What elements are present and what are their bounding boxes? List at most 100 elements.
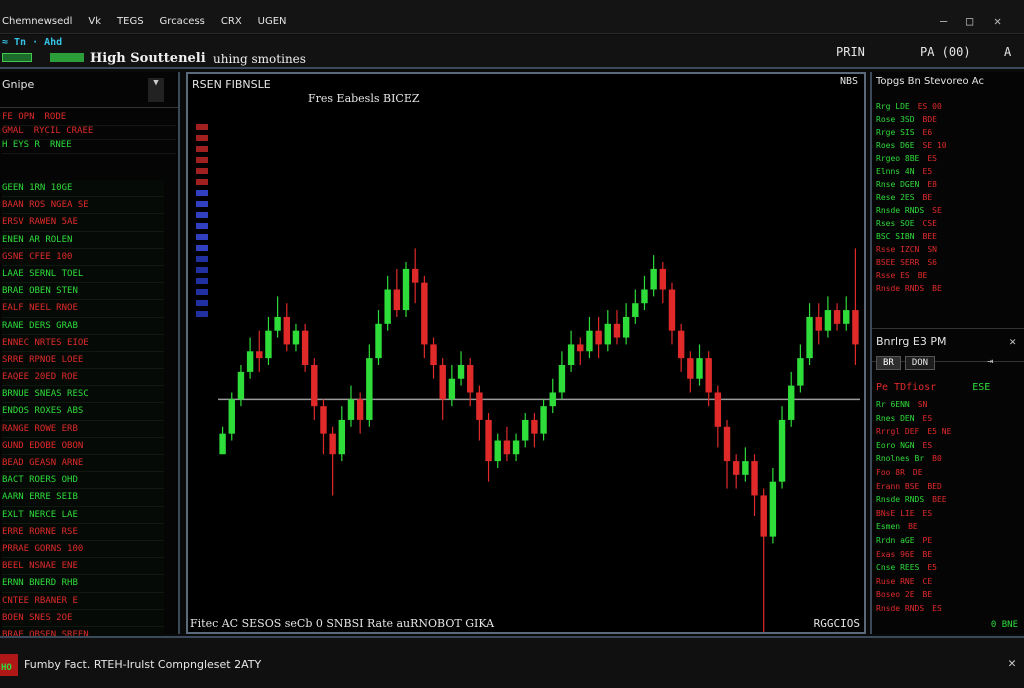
- close-icon[interactable]: ✕: [1009, 335, 1016, 348]
- candle[interactable]: [292, 323, 300, 352]
- watchlist-row[interactable]: ERNN BNERD RHB: [2, 575, 164, 593]
- candle[interactable]: [705, 351, 712, 407]
- candle[interactable]: [760, 488, 767, 632]
- candle[interactable]: [402, 262, 410, 317]
- alert-badge[interactable]: HO: [0, 654, 18, 676]
- maximize-button[interactable]: □: [966, 14, 973, 28]
- candle[interactable]: [558, 351, 566, 400]
- watchlist-scrollbar[interactable]: [166, 180, 178, 680]
- watchlist-row[interactable]: RANGE ROWE ERB: [2, 420, 164, 438]
- order-row[interactable]: Rsse IZCN SN: [876, 245, 1016, 258]
- candle[interactable]: [732, 454, 740, 489]
- watchlist-row[interactable]: EAQEE 20ED ROE: [2, 369, 164, 387]
- watchlist-row[interactable]: LAAE SERNL TOEL: [2, 265, 164, 284]
- watchlist-row[interactable]: GSNE CFEE 100: [2, 248, 164, 266]
- trade-row[interactable]: BNsE LIE ES: [876, 509, 1022, 523]
- watchlist-row[interactable]: ERRE RORNE RSE: [2, 523, 164, 541]
- order-row[interactable]: BSC SIBN BEE: [876, 232, 1016, 245]
- candle[interactable]: [485, 413, 492, 482]
- close-window-button[interactable]: ✕: [994, 14, 1001, 28]
- candle[interactable]: [393, 268, 401, 317]
- watchlist-row[interactable]: EXLT NERCE LAE: [2, 506, 164, 524]
- trade-row[interactable]: Rnes DEN ES: [876, 414, 1022, 428]
- candle[interactable]: [778, 406, 786, 489]
- candle[interactable]: [347, 385, 355, 427]
- candle[interactable]: [833, 303, 841, 331]
- watchlist-row[interactable]: GEEN 1RN 10GE: [2, 180, 164, 198]
- watchlist-row[interactable]: ERSV RAWEN 5AE: [2, 214, 164, 232]
- watchlist-row[interactable]: BACT ROERS OHD: [2, 472, 164, 490]
- candle[interactable]: [512, 433, 520, 462]
- candle[interactable]: [219, 426, 226, 455]
- menu-item-ugen[interactable]: UGEN: [258, 16, 287, 27]
- candle[interactable]: [742, 447, 749, 482]
- buy-button[interactable]: BR: [876, 356, 901, 370]
- trade-row[interactable]: Rr 6ENN SN: [876, 400, 1022, 414]
- candle[interactable]: [788, 371, 795, 427]
- candle[interactable]: [430, 337, 437, 379]
- chevron-down-icon[interactable]: ▼: [148, 78, 164, 102]
- candle[interactable]: [677, 323, 685, 372]
- candle[interactable]: [632, 289, 639, 324]
- candle[interactable]: [604, 310, 611, 352]
- candle[interactable]: [301, 323, 309, 372]
- candle[interactable]: [476, 385, 483, 441]
- candle[interactable]: [384, 275, 391, 331]
- trade-row[interactable]: Cnse REES E5: [876, 563, 1022, 577]
- order-row[interactable]: Rsse ES BE: [876, 271, 1016, 284]
- trade-row[interactable]: Ruse RNE CE: [876, 577, 1022, 591]
- watchlist-row[interactable]: EALF NEEL RNOE: [2, 300, 164, 318]
- minimize-button[interactable]: —: [940, 14, 947, 28]
- watchlist-row[interactable]: ENEN AR ROLEN: [2, 231, 164, 249]
- close-icon[interactable]: ✕: [1008, 656, 1016, 671]
- candle[interactable]: [366, 344, 373, 427]
- candle[interactable]: [439, 358, 446, 420]
- candle[interactable]: [824, 296, 832, 338]
- candle[interactable]: [586, 316, 593, 359]
- candle[interactable]: [613, 310, 621, 345]
- order-row[interactable]: Rses SOE CSE: [876, 219, 1016, 232]
- trade-row[interactable]: Exas 96E BE: [876, 550, 1022, 564]
- order-row[interactable]: BSEE SERR S6: [876, 258, 1016, 271]
- watchlist-row[interactable]: RANE DERS GRAB: [2, 317, 164, 335]
- candle[interactable]: [696, 344, 703, 386]
- order-row[interactable]: Rrge SIS E6: [876, 128, 1016, 141]
- candle[interactable]: [843, 296, 850, 331]
- watchlist-row[interactable]: ENNEC NRTES EIOE: [2, 334, 164, 352]
- order-row[interactable]: Rose 3SD BDE: [876, 115, 1016, 128]
- candle[interactable]: [714, 385, 722, 448]
- menu-item-view[interactable]: Vk: [88, 16, 101, 27]
- candle[interactable]: [503, 426, 511, 462]
- candle[interactable]: [549, 378, 556, 414]
- print-button[interactable]: PRIN: [836, 45, 865, 59]
- candle[interactable]: [228, 392, 235, 441]
- menu-item-crx[interactable]: CRX: [221, 16, 242, 27]
- menu-item-file[interactable]: Chemnewsedl: [2, 16, 72, 27]
- candle[interactable]: [852, 248, 859, 366]
- page-indicator[interactable]: PA (00): [920, 45, 971, 59]
- order-row[interactable]: Rese 2ES BE: [876, 193, 1016, 206]
- watchlist-row[interactable]: SRRE RPNOE LOEE: [2, 351, 164, 370]
- watchlist-summary-row[interactable]: FE OPN RODE: [2, 112, 176, 126]
- menu-item-tools[interactable]: TEGS: [117, 16, 144, 27]
- price-chart[interactable]: [188, 74, 864, 632]
- trade-row[interactable]: Eoro NGN ES: [876, 441, 1022, 455]
- order-row[interactable]: Rnse DGEN E8: [876, 180, 1016, 193]
- trade-row[interactable]: Rrrgl DEF E5 NE: [876, 427, 1022, 441]
- candle[interactable]: [769, 467, 777, 544]
- candle[interactable]: [659, 262, 667, 304]
- trade-row[interactable]: Boseo 2E BE: [876, 590, 1022, 604]
- candle[interactable]: [274, 296, 281, 338]
- candle[interactable]: [338, 406, 346, 462]
- candle[interactable]: [375, 310, 382, 366]
- candle[interactable]: [668, 282, 676, 345]
- candle[interactable]: [723, 419, 731, 489]
- order-row[interactable]: Elnns 4N E5: [876, 167, 1016, 180]
- candle[interactable]: [411, 248, 419, 304]
- watchlist-summary-row[interactable]: GMAL RYCIL CRAEE: [2, 126, 176, 140]
- watchlist-summary-row[interactable]: H EYS R RNEE: [2, 140, 176, 154]
- candle[interactable]: [650, 255, 657, 297]
- candle[interactable]: [522, 413, 529, 448]
- candle[interactable]: [320, 399, 327, 455]
- order-row[interactable]: Roes D6E SE 10: [876, 141, 1016, 154]
